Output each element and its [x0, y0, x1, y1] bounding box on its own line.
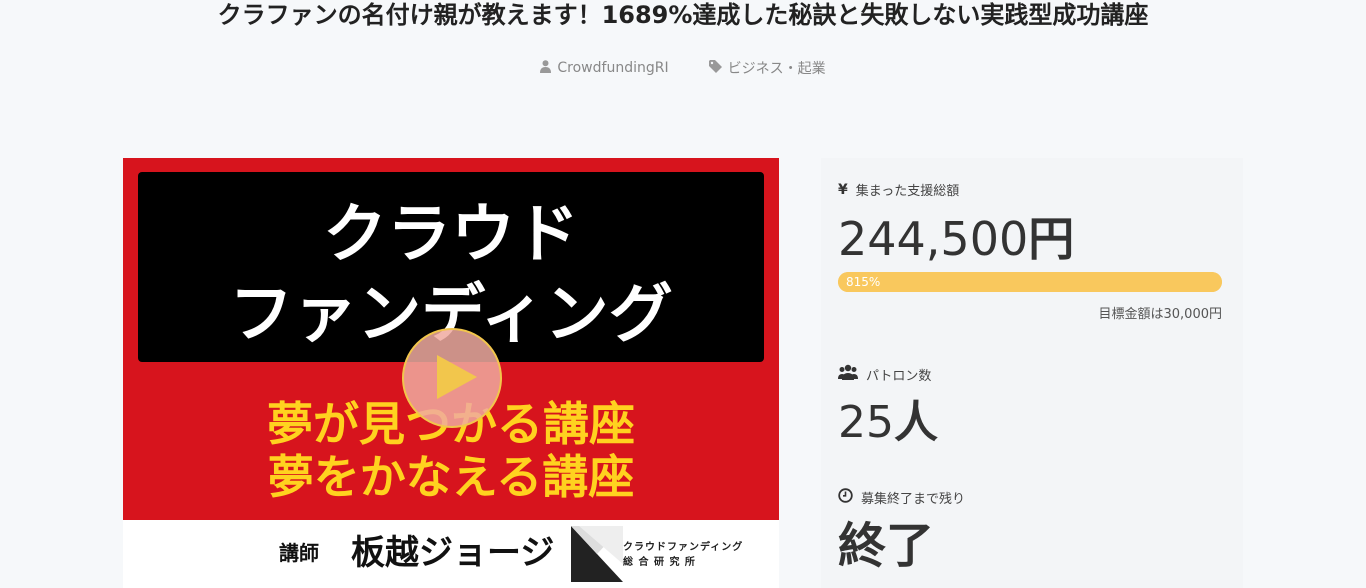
patrons-label-text: パトロン数	[866, 368, 932, 384]
instructor-label: 講師	[279, 541, 319, 565]
logo-line2: 総 合 研 究 所	[623, 557, 696, 568]
patrons-unit: 人	[894, 397, 938, 448]
patrons-number: 25	[838, 397, 894, 448]
remaining-value: 終了	[838, 518, 935, 574]
funded-label: ¥ 集まった支援総額	[838, 180, 960, 200]
category-link[interactable]: ビジネス・起業	[708, 58, 826, 78]
author-name: CrowdfundingRI	[557, 60, 669, 76]
patrons-count: 25人	[838, 394, 938, 452]
remaining-label-text: 募集終了まで残り	[861, 492, 966, 507]
tag-icon	[708, 59, 722, 77]
logo-line1: クラウドファンディング	[623, 542, 744, 553]
progress-percent: 815%	[846, 275, 881, 289]
instructor-name: 板越ジョージ	[351, 533, 555, 573]
remaining-label: 募集終了まで残り	[838, 488, 965, 507]
goal-amount: 目標金額は30,000円	[1098, 307, 1223, 322]
project-meta: CrowdfundingRI ビジネス・起業	[0, 58, 1366, 78]
clock-icon	[838, 488, 853, 507]
project-video[interactable]: クラウド ファンディング 夢が見つかる講座 夢をかなえる講座 講師 板越ジョージ…	[123, 158, 779, 588]
progress-fill	[838, 272, 1222, 292]
patrons-label: パトロン数	[838, 364, 931, 384]
research-logo-text: クラウドファンディング 総 合 研 究 所	[623, 540, 763, 570]
page-title: クラファンの名付け親が教えます！1689%達成した秘訣と失敗しない実践型成功講座	[217, 1, 1149, 29]
funded-amount: 244,500円	[838, 210, 1074, 268]
play-button[interactable]	[402, 328, 502, 428]
author-link[interactable]: CrowdfundingRI	[540, 58, 669, 78]
user-icon	[540, 59, 552, 77]
funded-number: 244,500	[838, 212, 1029, 266]
category-name: ビジネス・起業	[727, 61, 826, 77]
funded-unit: 円	[1028, 212, 1075, 266]
video-subtitle-line2: 夢をかなえる講座	[267, 450, 635, 504]
research-logo-icon	[569, 524, 625, 588]
yen-icon: ¥	[838, 181, 848, 198]
video-title-line1: クラウド	[323, 198, 579, 272]
users-icon	[838, 364, 858, 384]
funding-progress-bar: 815%	[838, 272, 1222, 292]
funding-stats-panel: ¥ 集まった支援総額 244,500円 815% 目標金額は30,000円 パト…	[821, 158, 1243, 588]
funded-label-text: 集まった支援総額	[855, 184, 960, 199]
